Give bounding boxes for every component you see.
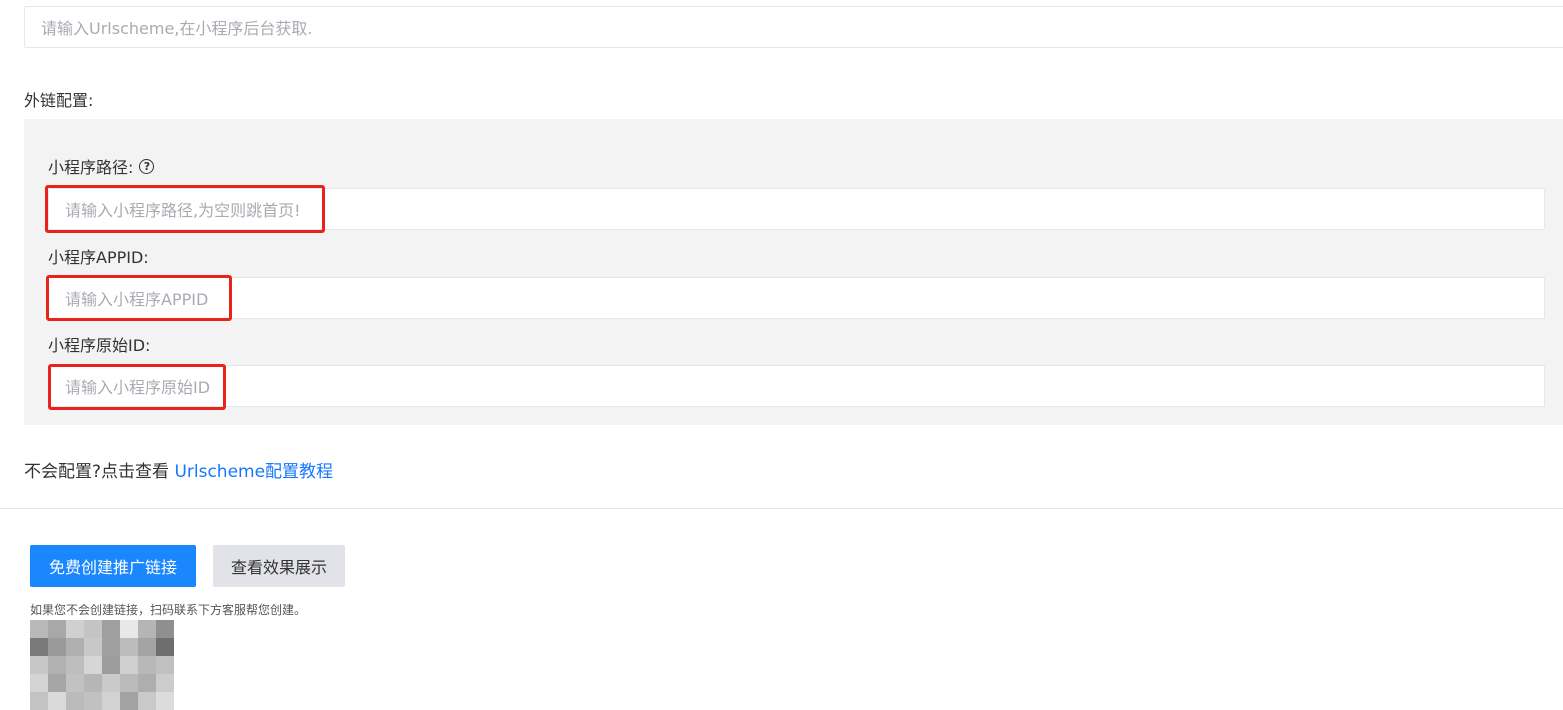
qr-pixel [66,656,84,674]
urlscheme-input-placeholder: 请输入Urlscheme,在小程序后台获取. [41,19,313,38]
qr-pixel [84,620,102,638]
qr-pixel [30,674,48,692]
config-help-text: 不会配置?点击查看 [24,462,170,482]
miniprogram-path-label: 小程序路径: ? [48,154,155,178]
qr-pixel [120,674,138,692]
view-demo-button[interactable]: 查看效果展示 [213,545,345,587]
qr-pixel [30,656,48,674]
miniprogram-original-id-label: 小程序原始ID: [48,336,151,355]
qr-pixel [30,620,48,638]
qr-pixel [66,674,84,692]
qr-pixel [84,674,102,692]
qr-pixel [156,674,174,692]
qr-pixel [30,692,48,710]
section-divider [0,508,1563,509]
qr-pixel [48,638,66,656]
qr-pixel [48,674,66,692]
qr-pixel [102,620,120,638]
qr-pixel [48,692,66,710]
qr-pixel [120,620,138,638]
qr-pixel [138,620,156,638]
create-promo-link-button[interactable]: 免费创建推广链接 [30,545,196,587]
qr-pixel [120,692,138,710]
qr-pixel [138,674,156,692]
qr-pixel [102,674,120,692]
miniprogram-path-label-text: 小程序路径: [48,158,134,177]
miniprogram-appid-input[interactable]: 请输入小程序APPID [48,277,1545,319]
qr-pixel [138,656,156,674]
miniprogram-path-placeholder: 请输入小程序路径,为空则跳首页! [65,201,301,220]
miniprogram-original-id-placeholder: 请输入小程序原始ID [65,378,211,397]
qr-pixel [156,638,174,656]
qr-pixel [102,692,120,710]
qr-pixel [48,656,66,674]
qr-pixel [156,656,174,674]
config-help-line: 不会配置?点击查看 Urlscheme配置教程 [24,457,333,482]
qr-pixel [156,692,174,710]
qr-pixel [84,692,102,710]
page: 请输入Urlscheme,在小程序后台获取. 外链配置: 小程序路径: ? 请输… [0,0,1563,710]
qr-pixel [30,638,48,656]
miniprogram-original-id-input[interactable]: 请输入小程序原始ID [48,365,1545,407]
qr-pixel [102,638,120,656]
question-circle-icon[interactable]: ? [139,158,155,174]
customer-service-qr-code [30,620,174,710]
qr-pixel [84,656,102,674]
miniprogram-appid-placeholder: 请输入小程序APPID [65,290,209,309]
qr-pixel [66,638,84,656]
urlscheme-input[interactable]: 请输入Urlscheme,在小程序后台获取. [24,6,1563,48]
miniprogram-appid-label: 小程序APPID: [48,248,149,267]
qr-pixel [84,638,102,656]
qr-pixel [102,656,120,674]
qr-pixel [66,692,84,710]
urlscheme-tutorial-link[interactable]: Urlscheme配置教程 [174,462,333,482]
miniprogram-path-input[interactable]: 请输入小程序路径,为空则跳首页! [48,188,1545,230]
qr-pixel [66,620,84,638]
qr-pixel [120,638,138,656]
external-link-section-label: 外链配置: [24,91,94,110]
qr-pixel [156,620,174,638]
qr-pixel [138,638,156,656]
customer-service-note: 如果您不会创建链接，扫码联系下方客服帮您创建。 [30,603,307,617]
qr-pixel [120,656,138,674]
qr-pixel [138,692,156,710]
qr-pixel [48,620,66,638]
